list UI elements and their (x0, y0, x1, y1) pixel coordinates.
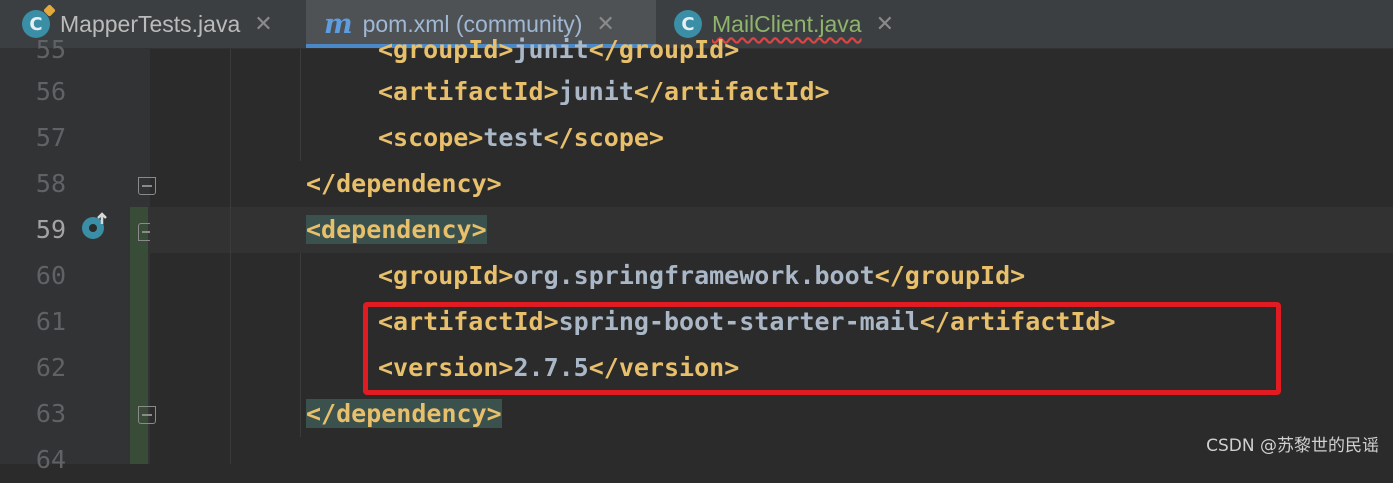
maven-icon: m (324, 8, 353, 40)
brace-match-highlight: </dependency> (306, 399, 502, 428)
vcs-added-marker[interactable] (130, 207, 148, 464)
indent-guide (300, 49, 301, 161)
line-number: 62 (35, 353, 66, 382)
line-number: 64 (35, 445, 66, 474)
close-icon[interactable]: ✕ (254, 11, 272, 37)
line-number: 60 (35, 261, 66, 290)
code-line-56: <artifactId>junit</artifactId> (378, 77, 830, 106)
navigate-to-parent-icon[interactable] (80, 211, 110, 241)
watermark: CSDN @苏黎世的民谣 (1206, 436, 1379, 456)
indent-guide (230, 49, 231, 464)
line-number: 61 (35, 307, 66, 336)
line-number: 55 (35, 35, 66, 64)
indent-guide (300, 253, 301, 437)
code-line-57: <scope>test</scope> (378, 123, 664, 152)
code-line-60: <groupId>org.springframework.boot</group… (378, 261, 1026, 290)
line-number: 56 (35, 77, 66, 106)
code-line-63: </dependency> (306, 391, 502, 437)
line-number-current: 59 (35, 215, 66, 244)
code-line-55: <groupId>junit</groupId> (378, 35, 740, 64)
line-number-gutter: 55 56 57 58 59 60 61 62 63 64 (0, 35, 150, 474)
brace-match-highlight: <dependency> (306, 215, 487, 244)
line-number: 57 (35, 123, 66, 152)
line-number: 58 (35, 169, 66, 198)
code-line-59: <dependency> (306, 207, 487, 253)
highlight-annotation-box (363, 302, 1281, 395)
code-line-58: </dependency> (306, 169, 502, 198)
code-editor[interactable]: <groupId>junit</groupId> <artifactId>jun… (150, 35, 1393, 464)
line-number: 63 (35, 399, 66, 428)
close-icon[interactable]: ✕ (876, 11, 894, 37)
tab-label: MapperTests.java (60, 10, 241, 37)
